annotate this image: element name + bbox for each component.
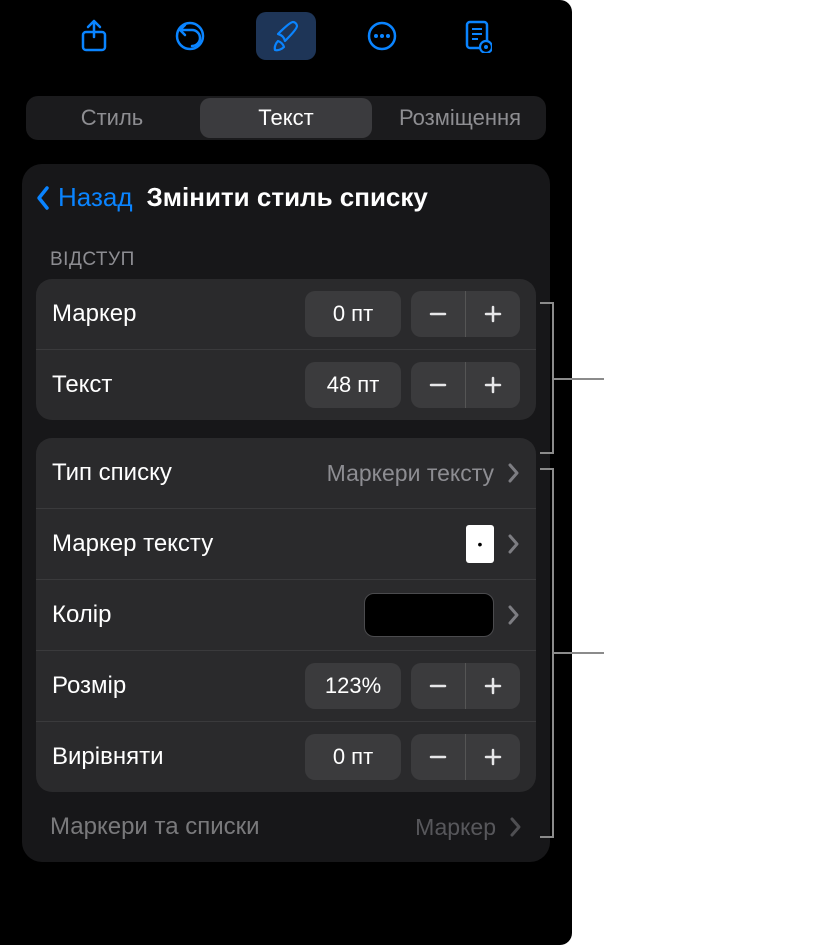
- indent-marker-decrement[interactable]: [411, 291, 465, 337]
- size-stepper: [411, 663, 520, 709]
- list-group: Тип списку Маркери тексту Маркер тексту …: [36, 438, 536, 792]
- indent-marker-stepper: [411, 291, 520, 337]
- format-brush-button[interactable]: [256, 12, 316, 60]
- indent-text-increment[interactable]: [465, 362, 520, 408]
- indent-text-decrement[interactable]: [411, 362, 465, 408]
- align-row: Вирівняти 0 пт: [36, 721, 536, 792]
- share-button[interactable]: [64, 12, 124, 60]
- align-stepper: [411, 734, 520, 780]
- size-value[interactable]: 123%: [305, 663, 401, 709]
- panel-title: Змінити стиль списку: [147, 182, 428, 213]
- align-label: Вирівняти: [52, 743, 305, 771]
- size-row: Розмір 123%: [36, 650, 536, 721]
- tab-style[interactable]: Стиль: [26, 96, 198, 140]
- callout-line-top: [554, 378, 604, 380]
- size-label: Розмір: [52, 672, 305, 700]
- back-button[interactable]: Назад: [58, 182, 133, 213]
- bullet-preview: •: [466, 525, 494, 563]
- more-button[interactable]: [352, 12, 412, 60]
- indent-text-stepper: [411, 362, 520, 408]
- indent-text-value[interactable]: 48 пт: [305, 362, 401, 408]
- markers-lists-label: Маркери та списки: [50, 813, 415, 841]
- markers-lists-row[interactable]: Маркери та списки Маркер: [22, 792, 550, 862]
- list-type-value: Маркери тексту: [327, 460, 494, 487]
- callout-line-bottom: [554, 652, 604, 654]
- size-increment[interactable]: [465, 663, 520, 709]
- indent-marker-increment[interactable]: [465, 291, 520, 337]
- chevron-right-icon: [506, 533, 520, 555]
- color-swatch: [364, 593, 494, 637]
- size-decrement[interactable]: [411, 663, 465, 709]
- indent-marker-row: Маркер 0 пт: [36, 279, 536, 349]
- tab-layout[interactable]: Розміщення: [374, 96, 546, 140]
- color-row[interactable]: Колір: [36, 579, 536, 650]
- tab-segmented-control: Стиль Текст Розміщення: [26, 96, 546, 140]
- tab-text[interactable]: Текст: [200, 98, 372, 138]
- list-type-label: Тип списку: [52, 459, 327, 487]
- indent-text-row: Текст 48 пт: [36, 349, 536, 420]
- align-value[interactable]: 0 пт: [305, 734, 401, 780]
- indent-section-header: ВІДСТУП: [22, 227, 550, 279]
- list-type-row[interactable]: Тип списку Маркери тексту: [36, 438, 536, 508]
- inspector-panel: Стиль Текст Розміщення Назад Змінити сти…: [0, 0, 572, 945]
- text-marker-row[interactable]: Маркер тексту •: [36, 508, 536, 579]
- panel-nav: Назад Змінити стиль списку: [22, 182, 550, 227]
- markers-lists-value: Маркер: [415, 814, 496, 841]
- align-increment[interactable]: [465, 734, 520, 780]
- color-label: Колір: [52, 601, 364, 629]
- toolbar: [0, 0, 572, 72]
- chevron-back-icon[interactable]: [34, 184, 52, 212]
- document-button[interactable]: [448, 12, 508, 60]
- undo-button[interactable]: [160, 12, 220, 60]
- indent-marker-value[interactable]: 0 пт: [305, 291, 401, 337]
- chevron-right-icon: [506, 604, 520, 626]
- list-style-panel: Назад Змінити стиль списку ВІДСТУП Марке…: [22, 164, 550, 862]
- align-decrement[interactable]: [411, 734, 465, 780]
- indent-marker-label: Маркер: [52, 300, 305, 328]
- chevron-right-icon: [506, 462, 520, 484]
- chevron-right-icon: [508, 816, 522, 838]
- indent-text-label: Текст: [52, 371, 305, 399]
- text-marker-label: Маркер тексту: [52, 530, 466, 558]
- indent-group: Маркер 0 пт Текст 48 пт: [36, 279, 536, 420]
